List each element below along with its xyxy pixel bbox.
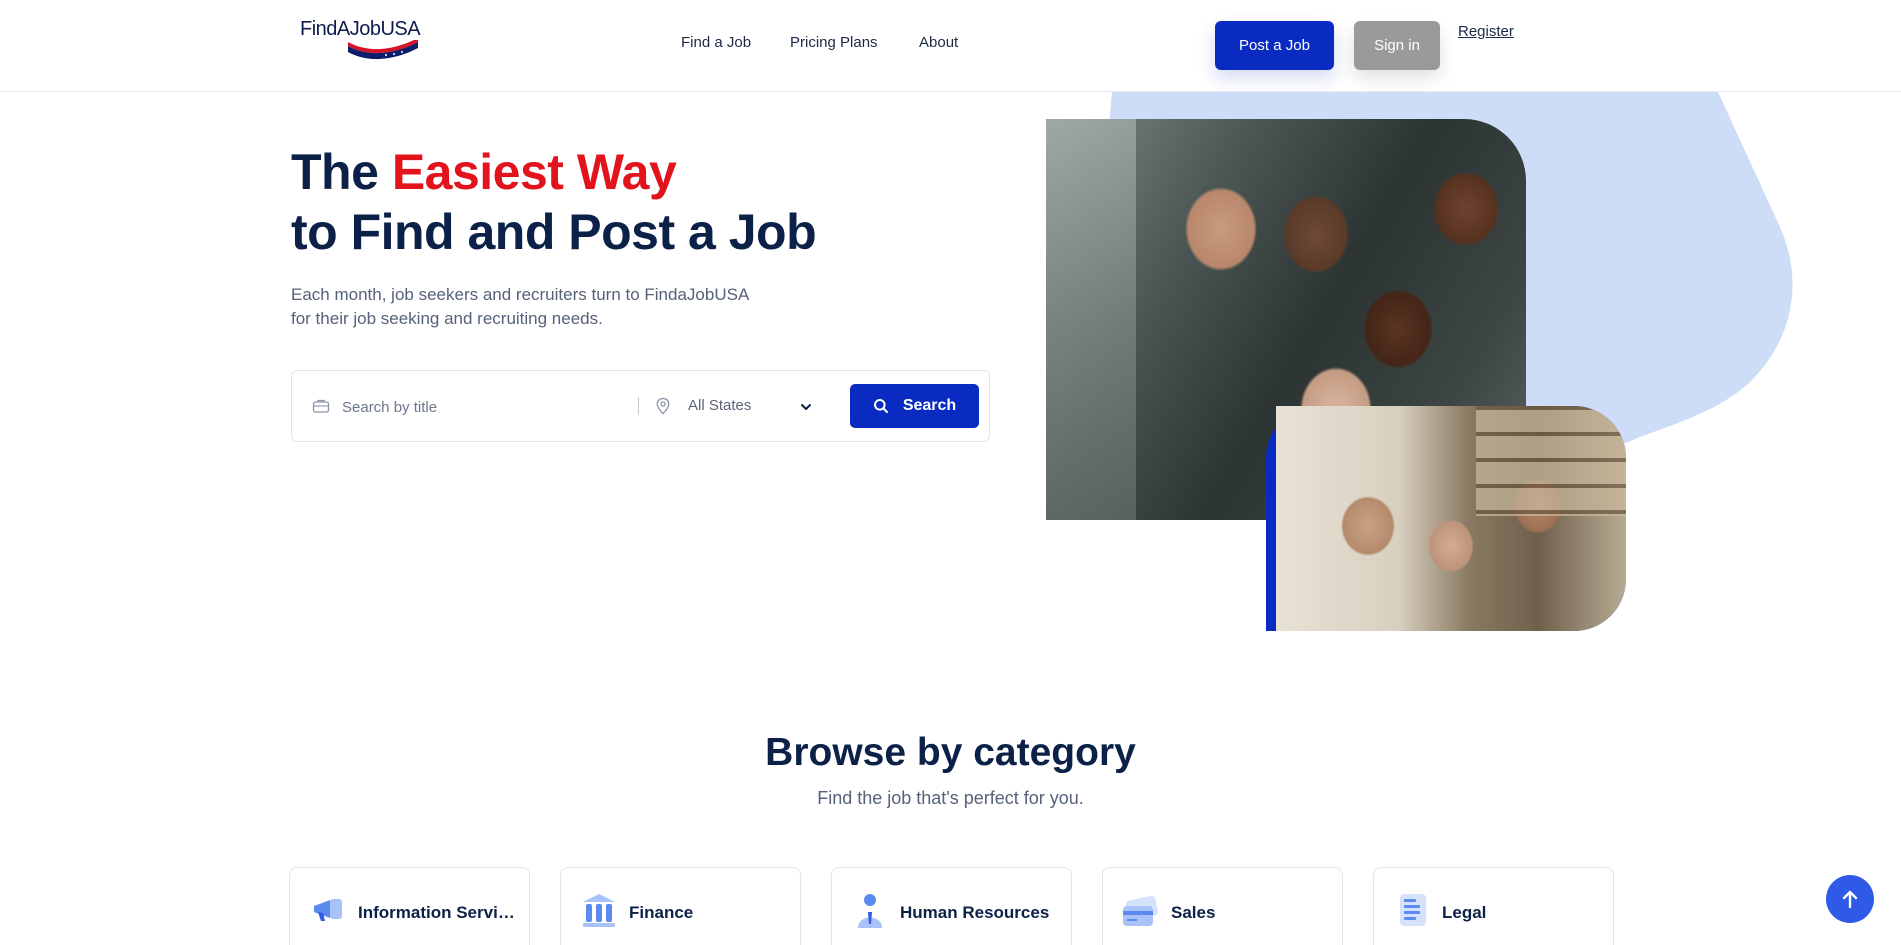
search-button[interactable]: Search <box>850 384 979 428</box>
hero-title-part1: The <box>291 144 379 200</box>
hero-title-line2: to Find and Post a Job <box>291 204 817 260</box>
hero-subtitle-line2: for their job seeking and recruiting nee… <box>291 309 603 328</box>
site-logo[interactable]: FindAJobUSA <box>300 18 430 60</box>
job-search-bar: All States Search <box>291 370 990 442</box>
category-label: Information Services <box>358 903 518 922</box>
category-label: Legal <box>1442 903 1487 922</box>
site-header: FindAJobUSA Find a Job Pricing Plans Abo… <box>0 0 1901 92</box>
categories-title: Browse by category <box>765 731 1136 774</box>
category-card-sales[interactable]: Sales <box>1102 867 1343 945</box>
location-pin-icon <box>655 397 671 420</box>
megaphone-icon <box>308 890 348 930</box>
state-select[interactable]: All States <box>688 397 818 414</box>
chevron-down-icon[interactable] <box>800 399 812 417</box>
hero-photo-team-laptop <box>1276 406 1626 631</box>
hero-title: The Easiest Way to Find and Post a Job <box>291 142 817 262</box>
hero-subtitle-line1: Each month, job seekers and recruiters t… <box>291 285 750 304</box>
category-card-finance[interactable]: Finance <box>560 867 801 945</box>
hero-subtitle: Each month, job seekers and recruiters t… <box>291 283 811 331</box>
search-button-label: Search <box>902 397 957 414</box>
search-divider <box>638 397 639 415</box>
hero-title-accent: Easiest Way <box>391 144 677 200</box>
logo-text: FindAJobUSA <box>300 18 421 40</box>
category-label: Human Resources <box>900 903 1050 922</box>
search-title-input[interactable] <box>342 389 612 425</box>
credit-card-icon <box>1121 890 1161 930</box>
category-label: Sales <box>1171 903 1216 922</box>
sign-in-button[interactable]: Sign in <box>1354 21 1440 70</box>
nav-pricing-plans[interactable]: Pricing Plans <box>790 34 878 51</box>
post-job-button[interactable]: Post a Job <box>1215 21 1334 70</box>
nav-about[interactable]: About <box>919 34 958 51</box>
nav-find-a-job[interactable]: Find a Job <box>681 34 751 51</box>
category-label: Finance <box>629 903 694 922</box>
categories-subtitle: Find the job that's perfect for you. <box>817 788 1084 808</box>
category-card-human-resources[interactable]: Human Resources <box>831 867 1072 945</box>
arrow-up-icon <box>1842 890 1858 909</box>
briefcase-icon <box>312 398 330 419</box>
category-card-legal[interactable]: Legal <box>1373 867 1614 945</box>
bank-icon <box>579 890 619 930</box>
search-icon <box>873 399 888 413</box>
category-card-information-services[interactable]: Information Services <box>289 867 530 945</box>
scroll-to-top-button[interactable] <box>1826 875 1874 923</box>
document-icon <box>1392 890 1432 930</box>
flag-swoosh-icon <box>348 40 418 60</box>
register-link[interactable]: Register <box>1458 23 1514 40</box>
person-icon <box>850 890 890 930</box>
